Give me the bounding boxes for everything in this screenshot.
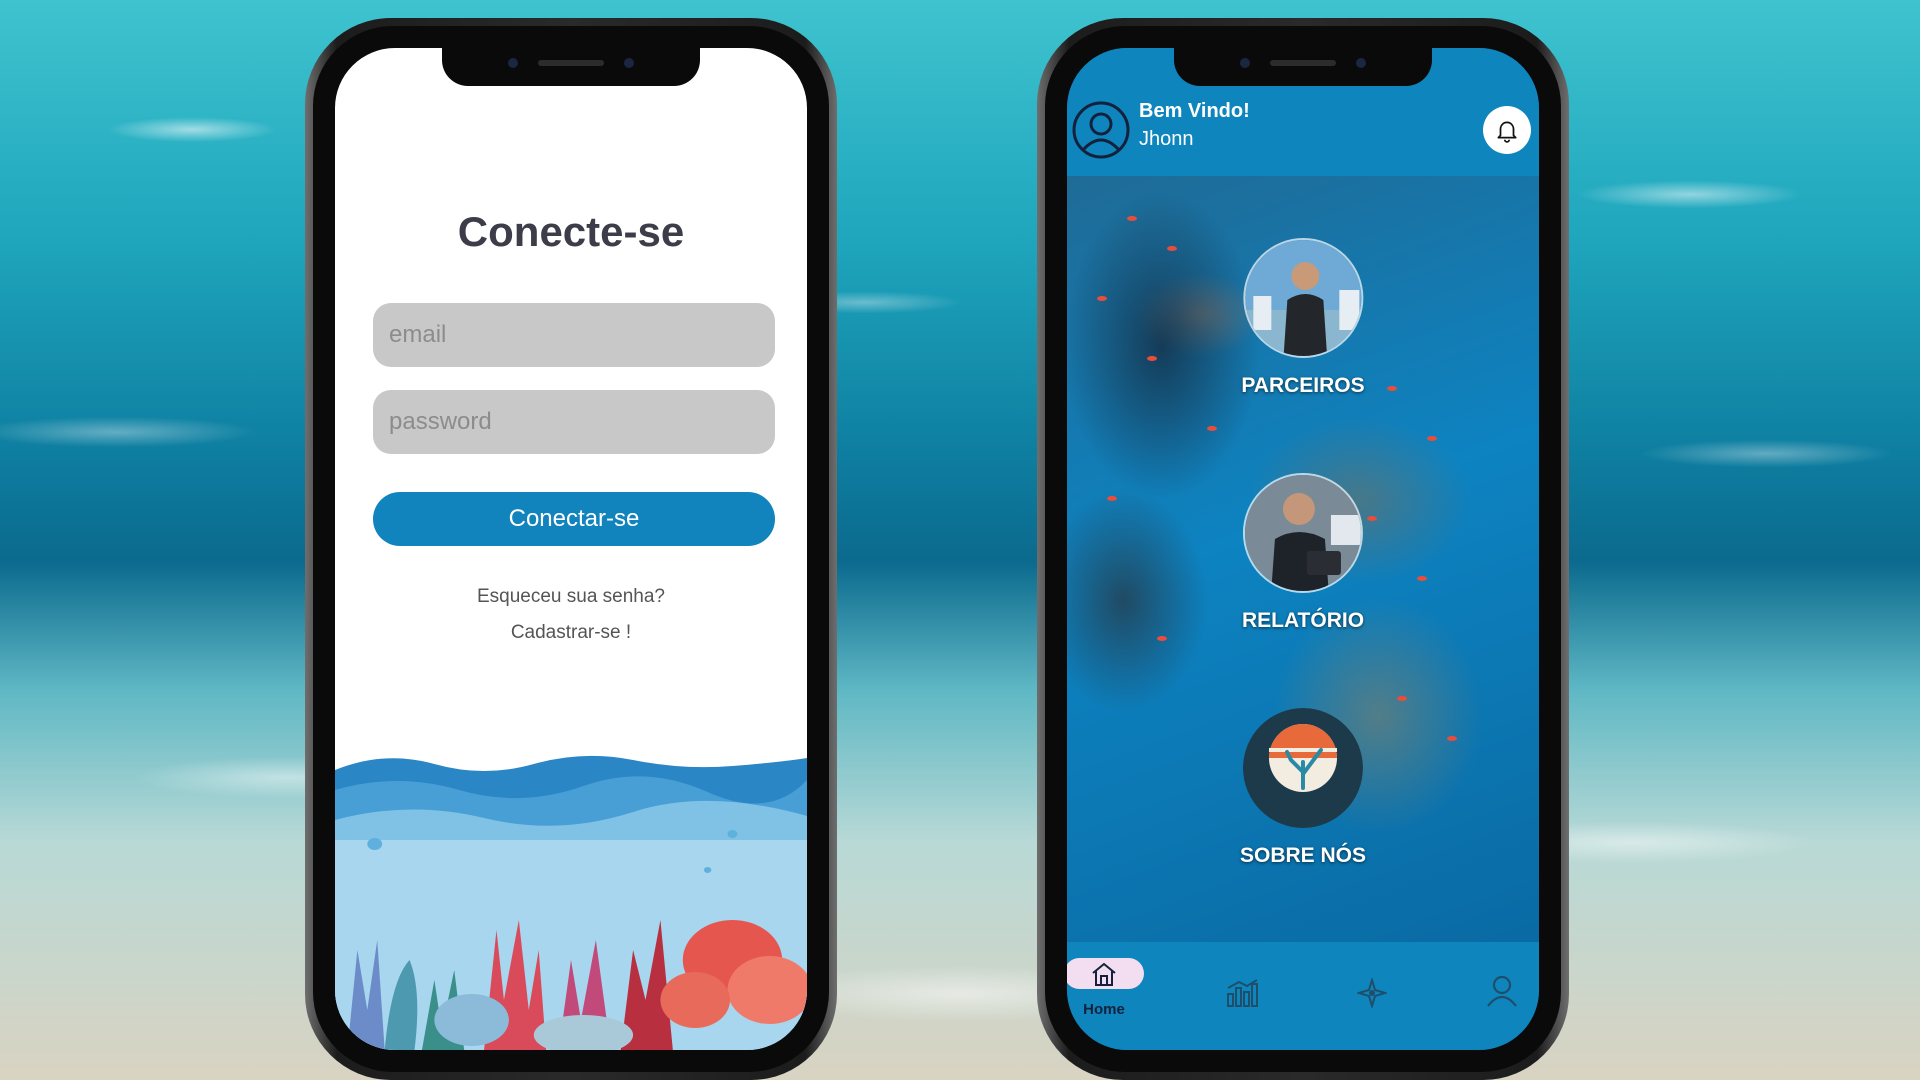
menu-label-sobre-nos: SOBRE NÓS — [1239, 844, 1367, 867]
bottom-navigation: Home — [1067, 942, 1539, 1050]
partners-image — [1242, 238, 1363, 358]
user-avatar-icon[interactable] — [1071, 100, 1131, 160]
ocean-reef-illustration — [335, 755, 807, 1050]
camera-icon — [508, 58, 518, 68]
sensor-icon — [1356, 58, 1366, 68]
password-field[interactable] — [373, 390, 775, 454]
home-screen: Bem Vindo! Jhonn PARCEIROS RELATÓRIO SOB… — [1067, 48, 1539, 1050]
email-field[interactable] — [373, 303, 775, 367]
menu-label-relatorio: RELATÓRIO — [1241, 609, 1365, 632]
phone-bezel: Conecte-se Conectar-se Esqueceu sua senh… — [313, 26, 829, 1072]
phone-notch — [1174, 48, 1432, 86]
nav-explore[interactable] — [1337, 978, 1407, 1038]
menu-item-relatorio[interactable]: RELATÓRIO — [1242, 473, 1364, 633]
speaker — [538, 60, 604, 66]
sensor-icon — [624, 58, 634, 68]
nav-home-label: Home — [1083, 1001, 1125, 1018]
menu-item-sobre-nos[interactable]: SOBRE NÓS — [1240, 708, 1366, 868]
camera-icon — [1240, 58, 1250, 68]
home-phone-mockup: Bem Vindo! Jhonn PARCEIROS RELATÓRIO SOB… — [1037, 18, 1569, 1080]
login-screen: Conecte-se Conectar-se Esqueceu sua senh… — [335, 48, 807, 1050]
phone-notch — [442, 48, 700, 86]
notifications-button[interactable] — [1483, 106, 1531, 154]
nav-profile[interactable] — [1467, 974, 1537, 1034]
compass-icon — [1357, 978, 1387, 1008]
menu-label-parceiros: PARCEIROS — [1241, 374, 1365, 397]
nav-home[interactable]: Home — [1067, 958, 1144, 1018]
menu-item-parceiros[interactable]: PARCEIROS — [1241, 238, 1365, 398]
nav-stats[interactable] — [1207, 978, 1277, 1038]
home-icon — [1092, 962, 1116, 986]
report-image — [1242, 473, 1363, 593]
signup-link[interactable]: Cadastrar-se ! — [335, 622, 807, 644]
login-button[interactable]: Conectar-se — [373, 492, 775, 546]
speaker — [1270, 60, 1336, 66]
nav-home-pill — [1067, 958, 1144, 989]
welcome-text: Bem Vindo! — [1139, 100, 1250, 122]
forgot-password-link[interactable]: Esqueceu sua senha? — [335, 586, 807, 608]
username-text: Jhonn — [1139, 128, 1194, 150]
phone-bezel: Bem Vindo! Jhonn PARCEIROS RELATÓRIO SOB… — [1045, 26, 1561, 1072]
login-phone-mockup: Conecte-se Conectar-se Esqueceu sua senh… — [305, 18, 837, 1080]
login-title: Conecte-se — [457, 208, 685, 255]
bell-icon — [1497, 121, 1517, 143]
ecoral-logo — [1243, 708, 1363, 828]
profile-icon — [1487, 975, 1517, 1007]
stats-icon — [1227, 979, 1258, 1007]
